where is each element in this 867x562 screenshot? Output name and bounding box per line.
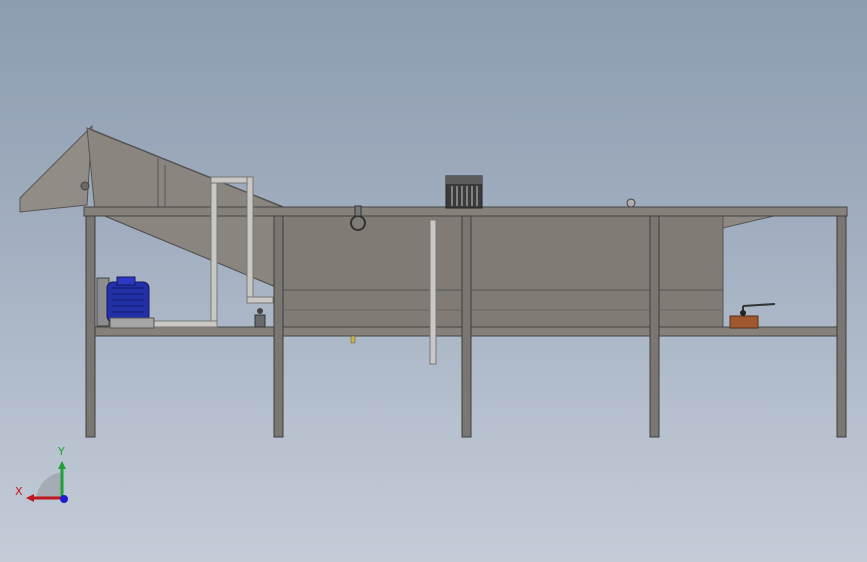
- z-axis-dot: [60, 495, 68, 503]
- graphics-viewport[interactable]: X Y: [0, 0, 867, 562]
- triad-shadow-arc: [36, 472, 62, 498]
- y-arrowhead: [58, 461, 66, 469]
- x-arrowhead: [26, 494, 34, 502]
- y-axis-label: Y: [58, 445, 65, 458]
- x-axis-label: X: [15, 485, 23, 498]
